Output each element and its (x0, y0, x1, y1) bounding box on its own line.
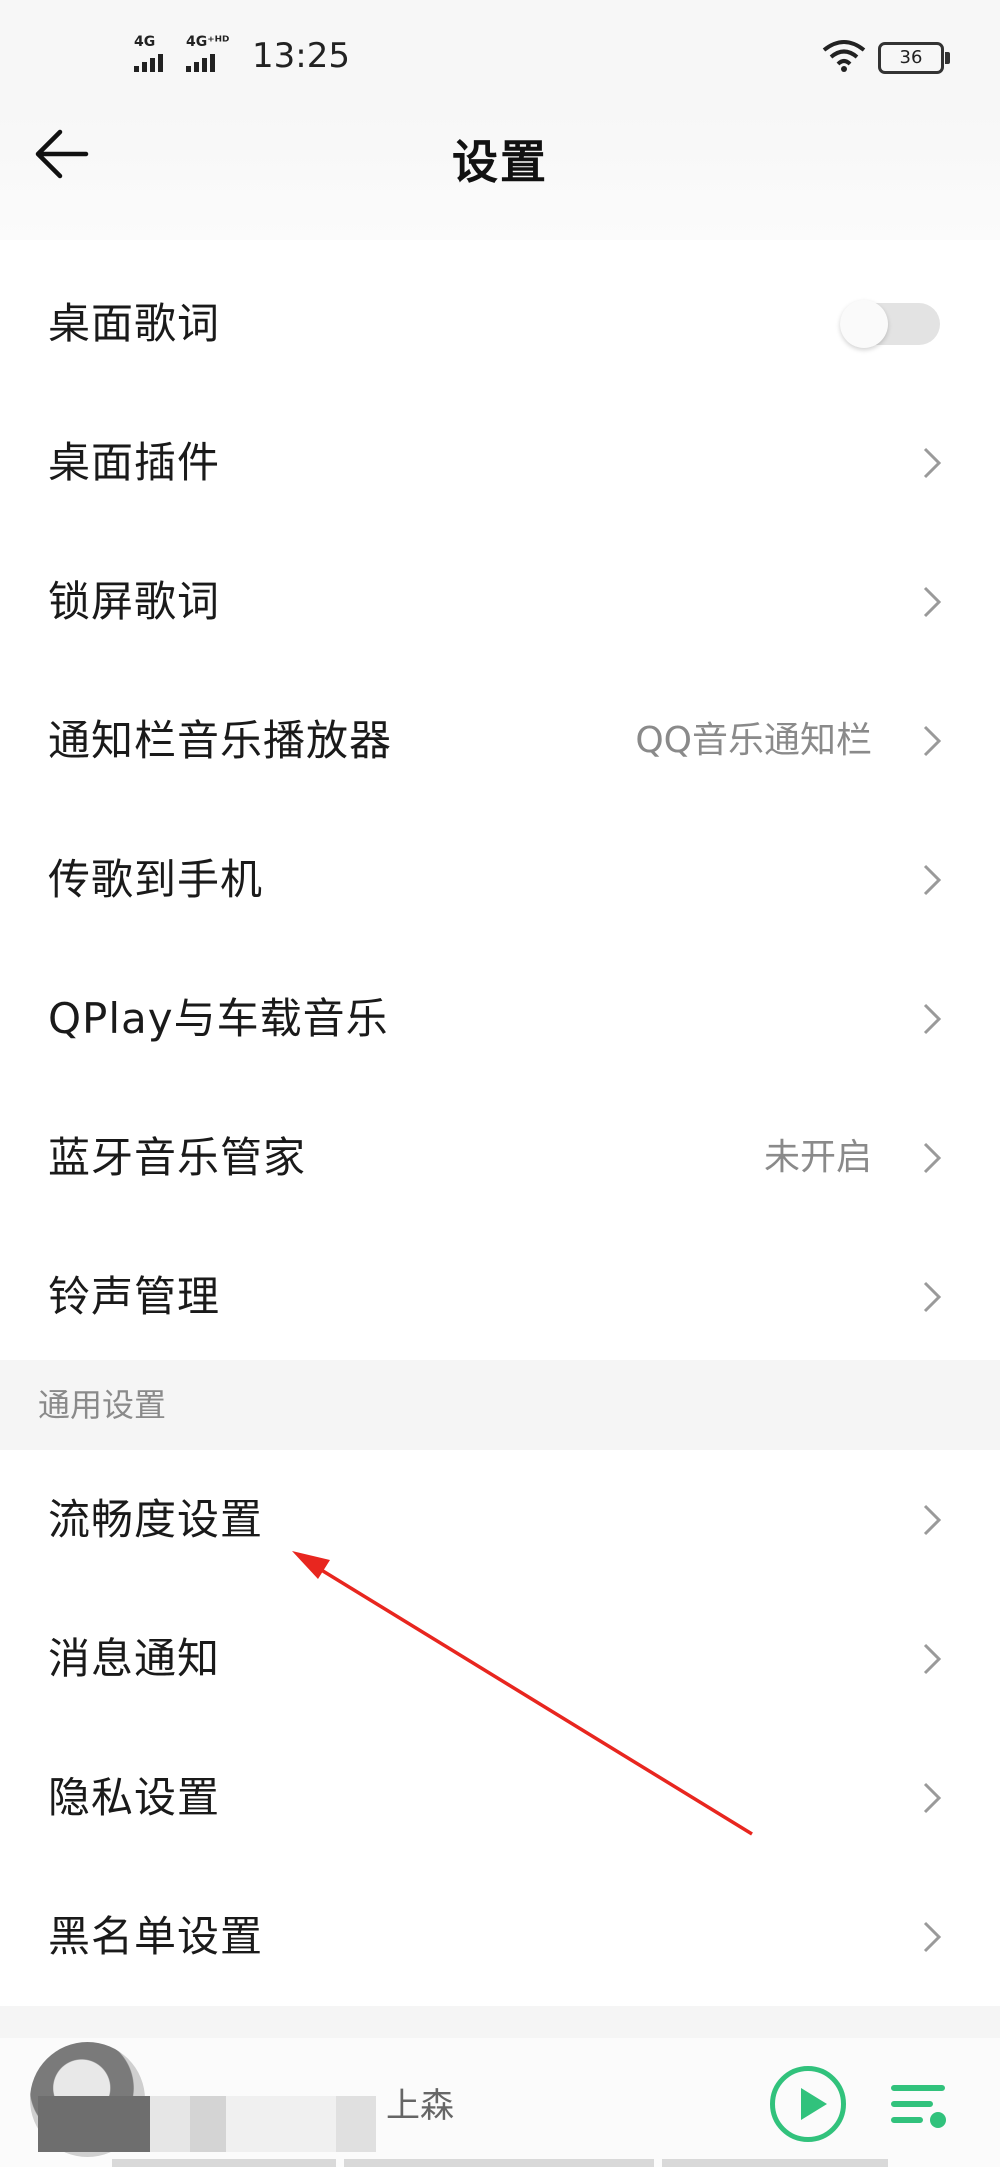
row-label: 蓝牙音乐管家 (48, 1133, 307, 1182)
row-transfer-songs[interactable]: 传歌到手机 (0, 810, 1000, 949)
row-desktop-widget[interactable]: 桌面插件 (0, 393, 1000, 532)
row-label: 黑名单设置 (48, 1912, 264, 1961)
pixelated-title (190, 2096, 226, 2152)
settings-list-general: 流畅度设置 消息通知 隐私设置 黑名单设置 (0, 1450, 1000, 2006)
status-bar: 4G 4G⁺ᴴᴰ 13:25 36 (0, 0, 1000, 110)
chevron-right-icon (923, 586, 942, 618)
pixelated-title (150, 2096, 190, 2152)
track-subtitle: 上森 (386, 2086, 454, 2126)
row-ringtone-management[interactable]: 铃声管理 (0, 1227, 1000, 1366)
row-label: 锁屏歌词 (48, 577, 221, 626)
row-label: 传歌到手机 (48, 855, 264, 904)
progress-segment (662, 2159, 888, 2167)
row-label: 消息通知 (48, 1634, 221, 1683)
progress-segment (344, 2159, 654, 2167)
clock: 13:25 (252, 36, 350, 76)
chevron-right-icon (923, 1921, 942, 1953)
row-bluetooth-music[interactable]: 蓝牙音乐管家 未开启 (0, 1088, 1000, 1227)
row-label: 流畅度设置 (48, 1495, 264, 1544)
play-button[interactable] (770, 2066, 846, 2142)
progress-segment (112, 2159, 336, 2167)
row-label: 桌面歌词 (48, 299, 221, 348)
row-label: 铃声管理 (48, 1272, 221, 1321)
row-lockscreen-lyrics[interactable]: 锁屏歌词 (0, 532, 1000, 671)
section-header-general: 通用设置 (0, 1360, 1000, 1450)
signal-label-1: 4G (134, 34, 156, 50)
section-title: 通用设置 (38, 1386, 167, 1424)
chevron-right-icon (923, 1142, 942, 1174)
chevron-right-icon (923, 1281, 942, 1313)
signal-icon-2: 4G⁺ᴴᴰ (186, 34, 229, 72)
pixelated-title (226, 2096, 336, 2152)
settings-list-main: 桌面歌词 桌面插件 锁屏歌词 通知栏音乐播放器 QQ音乐通知栏 传歌到手机 QP… (0, 254, 1000, 1366)
wifi-icon (822, 40, 866, 72)
chevron-right-icon (923, 725, 942, 757)
mini-player[interactable]: 上森 (0, 2038, 1000, 2167)
row-label: 通知栏音乐播放器 (48, 716, 393, 765)
row-notification-player[interactable]: 通知栏音乐播放器 QQ音乐通知栏 (0, 671, 1000, 810)
row-qplay-car-music[interactable]: QPlay与车载音乐 (0, 949, 1000, 1088)
chevron-right-icon (923, 447, 942, 479)
row-message-notifications[interactable]: 消息通知 (0, 1589, 1000, 1728)
chevron-right-icon (923, 1782, 942, 1814)
pixelated-title (336, 2096, 376, 2152)
chevron-right-icon (923, 1643, 942, 1675)
row-label: QPlay与车载音乐 (48, 994, 389, 1043)
row-label: 隐私设置 (48, 1773, 221, 1822)
row-value: 未开启 (763, 1137, 872, 1178)
row-privacy-settings[interactable]: 隐私设置 (0, 1728, 1000, 1867)
battery-icon: 36 (878, 42, 950, 74)
row-smoothness-settings[interactable]: 流畅度设置 (0, 1450, 1000, 1589)
signal-icon-1: 4G (134, 34, 166, 72)
chevron-right-icon (923, 864, 942, 896)
signal-label-2: 4G⁺ᴴᴰ (186, 34, 230, 50)
chevron-right-icon (923, 1003, 942, 1035)
section-divider (0, 2006, 1000, 2038)
nav-bar: 设置 (0, 110, 1000, 240)
playlist-icon[interactable] (890, 2078, 950, 2134)
desktop-lyrics-toggle[interactable] (840, 300, 940, 348)
page-title: 设置 (452, 135, 548, 189)
pixelated-title (38, 2096, 150, 2152)
toggle-knob (840, 300, 888, 348)
row-blacklist-settings[interactable]: 黑名单设置 (0, 1867, 1000, 2006)
row-label: 桌面插件 (48, 438, 221, 487)
chevron-right-icon (923, 1504, 942, 1536)
row-value: QQ音乐通知栏 (635, 720, 872, 761)
row-desktop-lyrics[interactable]: 桌面歌词 (0, 254, 1000, 393)
